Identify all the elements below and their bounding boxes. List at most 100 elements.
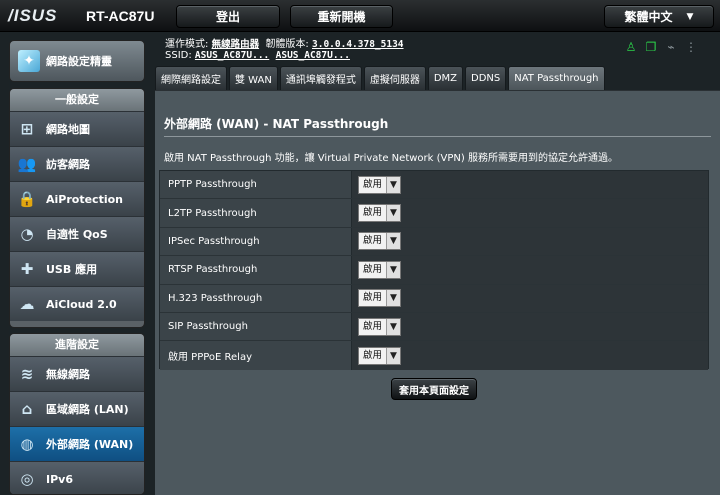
row-label: L2TP Passthrough: [160, 199, 352, 227]
sidebar-item-label: IPv6: [46, 472, 73, 486]
sidebar-item-guest-network[interactable]: 👥 訪客網路: [10, 146, 144, 181]
sidebar-item-usb[interactable]: ✚ USB 應用: [10, 251, 144, 286]
table-row: PPTP Passthrough 啟用 ▼: [160, 171, 708, 200]
firmware-label: 韌體版本:: [265, 39, 309, 50]
copy-icon[interactable]: ❐: [644, 40, 658, 54]
sidebar-item-label: 外部網路 (WAN): [46, 438, 134, 451]
select-value: 啟用: [363, 349, 383, 361]
ssid-link-2[interactable]: ASUS_AC87U...: [276, 50, 350, 61]
sidebar-item-label: USB 應用: [46, 263, 98, 276]
row-label: IPSec Passthrough: [160, 227, 352, 256]
row-label: 啟用 PPPoE Relay: [160, 341, 352, 370]
general-settings-section: 一般設定 ⊞ 網路地圖 👥 訪客網路 🔒 AiProtection ◔ 自適性 …: [9, 88, 145, 328]
cloud-icon: ☁: [19, 295, 35, 313]
mode-label: 運作模式:: [165, 39, 209, 50]
logout-button[interactable]: 登出: [176, 5, 280, 28]
general-settings-header: 一般設定: [10, 89, 144, 111]
mode-link[interactable]: 無線路由器: [212, 39, 260, 50]
sidebar-item-label: 區域網路 (LAN): [46, 403, 129, 416]
language-label: 繁體中文: [624, 10, 673, 24]
tab-internet[interactable]: 網際網路設定: [155, 66, 227, 90]
guest-network-icon: 👥: [17, 155, 37, 173]
sidebar-item-qos[interactable]: ◔ 自適性 QoS: [10, 216, 144, 251]
home-icon: ⌂: [21, 400, 33, 418]
divider: [164, 136, 711, 137]
pptp-select[interactable]: 啟用 ▼: [358, 175, 402, 194]
chevron-down-icon: ▼: [686, 11, 694, 22]
sidebar-item-network-map[interactable]: ⊞ 網路地圖: [10, 111, 144, 146]
ipsec-select[interactable]: 啟用 ▼: [358, 232, 402, 251]
row-label: PPTP Passthrough: [160, 171, 352, 199]
chevron-down-icon: ▼: [386, 318, 401, 335]
select-value: 啟用: [363, 263, 383, 275]
tab-virtual-server[interactable]: 虛擬伺服器: [363, 66, 426, 90]
select-value: 啟用: [363, 320, 383, 332]
status-line-mode: 運作模式: 無線路由器 韌體版本: 3.0.0.4.378_5134: [165, 35, 404, 50]
sidebar-item-label: 網路地圖: [46, 123, 90, 136]
chevron-down-icon: ▼: [386, 233, 401, 250]
chevron-down-icon: ▼: [386, 176, 401, 193]
usb-icon[interactable]: ⌁: [664, 40, 678, 54]
select-value: 啟用: [363, 292, 383, 304]
ssid-link-1[interactable]: ASUS_AC87U...: [195, 50, 269, 61]
sip-select[interactable]: 啟用 ▼: [358, 317, 402, 336]
tab-nat-passthrough[interactable]: NAT Passthrough: [508, 66, 605, 90]
chevron-down-icon: ▼: [386, 205, 401, 222]
table-row: L2TP Passthrough 啟用 ▼: [160, 199, 708, 228]
user-icon[interactable]: ♙: [624, 40, 638, 54]
top-bar: /ISUS RT-AC87U 登出 重新開機 繁體中文 ▼: [0, 0, 720, 32]
chevron-down-icon: ▼: [386, 347, 401, 364]
gauge-icon: ◔: [20, 225, 34, 243]
row-label: RTSP Passthrough: [160, 256, 352, 284]
quick-setup-button[interactable]: ✦ 網路設定精靈: [9, 40, 145, 82]
content-panel: 外部網路 (WAN) - NAT Passthrough 啟用 NAT Pass…: [155, 90, 720, 495]
signal-icon[interactable]: ⋮: [684, 40, 698, 54]
h323-select[interactable]: 啟用 ▼: [358, 289, 402, 308]
brand-logo: /ISUS: [8, 6, 58, 25]
apply-button[interactable]: 套用本頁面設定: [391, 378, 477, 400]
chevron-down-icon: ▼: [386, 261, 401, 278]
row-label: SIP Passthrough: [160, 312, 352, 341]
network-map-icon: ⊞: [20, 120, 34, 138]
tab-bar: 網際網路設定 雙 WAN 通訊埠觸發程式 虛擬伺服器 DMZ DDNS NAT …: [155, 66, 605, 90]
settings-table: PPTP Passthrough 啟用 ▼ L2TP Passthrough 啟…: [159, 170, 709, 370]
status-line-ssid: SSID: ASUS_AC87U... ASUS_AC87U...: [165, 50, 350, 61]
row-label: H.323 Passthrough: [160, 284, 352, 312]
table-row: H.323 Passthrough 啟用 ▼: [160, 284, 708, 313]
sidebar-item-lan[interactable]: ⌂ 區域網路 (LAN): [10, 391, 144, 426]
sidebar-item-aiprotection[interactable]: 🔒 AiProtection: [10, 181, 144, 216]
router-model: RT-AC87U: [86, 8, 155, 24]
pppoe-relay-select[interactable]: 啟用 ▼: [358, 346, 402, 365]
l2tp-select[interactable]: 啟用 ▼: [358, 204, 402, 223]
tab-dual-wan[interactable]: 雙 WAN: [229, 66, 278, 90]
puzzle-icon: ✚: [20, 260, 34, 278]
wifi-icon: ≋: [20, 365, 34, 383]
rtsp-select[interactable]: 啟用 ▼: [358, 260, 402, 279]
table-row: 啟用 PPPoE Relay 啟用 ▼: [160, 341, 708, 370]
tab-port-trigger[interactable]: 通訊埠觸發程式: [279, 66, 362, 90]
select-value: 啟用: [363, 207, 383, 219]
chevron-down-icon: ▼: [386, 290, 401, 307]
table-row: RTSP Passthrough 啟用 ▼: [160, 256, 708, 285]
sidebar-item-label: 訪客網路: [46, 158, 90, 171]
sidebar-item-label: AiProtection: [46, 192, 123, 206]
select-value: 啟用: [363, 235, 383, 247]
advanced-settings-header: 進階設定: [10, 334, 144, 356]
status-icons: ♙ ❐ ⌁ ⋮: [624, 40, 698, 54]
ipv6-icon: ◎: [20, 470, 34, 488]
language-select[interactable]: 繁體中文 ▼: [604, 5, 714, 28]
sidebar-item-ipv6[interactable]: ◎ IPv6: [10, 461, 144, 494]
sidebar-item-wan[interactable]: ◍ 外部網路 (WAN): [10, 426, 144, 461]
reboot-button[interactable]: 重新開機: [290, 5, 393, 28]
sidebar-item-label: AiCloud 2.0: [46, 297, 117, 311]
sidebar-item-aicloud[interactable]: ☁ AiCloud 2.0: [10, 286, 144, 321]
table-row: SIP Passthrough 啟用 ▼: [160, 312, 708, 342]
lock-icon: 🔒: [17, 190, 37, 208]
firmware-link[interactable]: 3.0.0.4.378_5134: [312, 39, 404, 50]
tab-ddns[interactable]: DDNS: [465, 66, 507, 90]
tab-dmz[interactable]: DMZ: [427, 66, 464, 90]
ssid-label: SSID:: [165, 50, 192, 61]
page-title: 外部網路 (WAN) - NAT Passthrough: [164, 117, 389, 131]
wand-icon: ✦: [18, 50, 40, 72]
sidebar-item-wireless[interactable]: ≋ 無線網路: [10, 356, 144, 391]
